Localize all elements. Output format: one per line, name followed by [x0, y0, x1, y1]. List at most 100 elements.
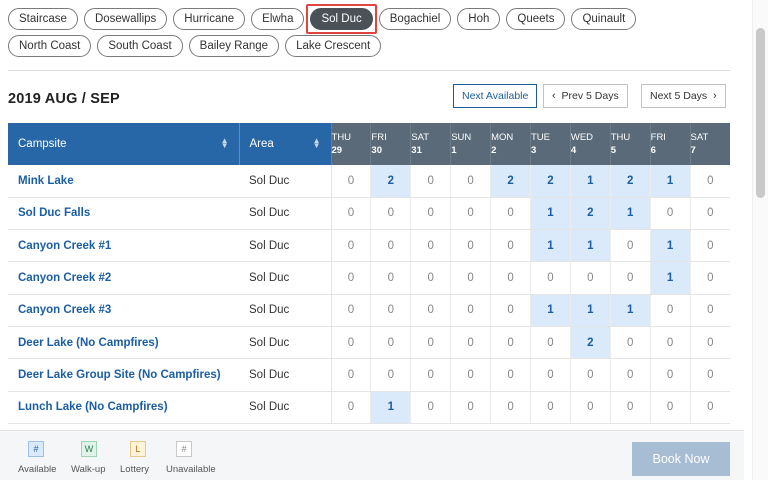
filter-pill-wrap: Bogachiel: [378, 8, 452, 30]
available-site-cell[interactable]: 2: [609, 165, 651, 198]
filter-pill-wrap: Lake Crescent: [285, 35, 382, 57]
filter-pill-elwha[interactable]: Elwha: [251, 8, 305, 30]
available-site-cell[interactable]: 1: [569, 294, 611, 327]
available-site-cell[interactable]: 2: [370, 165, 411, 198]
available-site-cell[interactable]: 1: [529, 294, 571, 327]
day-of-week: THU: [610, 132, 631, 143]
filter-pill-sol-duc[interactable]: Sol Duc: [310, 8, 373, 30]
campsite-link[interactable]: Canyon Creek #3: [8, 294, 240, 327]
available-site-cell[interactable]: 1: [569, 165, 611, 198]
book-now-button[interactable]: Book Now: [632, 442, 730, 476]
table-row: Sol Duc Falls Sol Duc 0 0 0 0 0 1 2 1 0 0: [8, 197, 730, 231]
availability-cell: 0: [410, 294, 451, 327]
availability-cell: 0: [649, 294, 691, 327]
available-site-cell[interactable]: 2: [569, 197, 611, 231]
availability-cell: 0: [689, 358, 730, 392]
chevron-left-icon: ‹: [552, 90, 556, 102]
availability-cell: 0: [490, 197, 531, 231]
available-site-cell[interactable]: 1: [529, 197, 571, 231]
filter-pill-staircase[interactable]: Staircase: [8, 8, 78, 30]
campsite-column-header[interactable]: Campsite ▲ ▼: [8, 123, 240, 165]
availability-cell: 0: [370, 261, 411, 295]
sort-icon: ▲ ▼: [220, 136, 229, 150]
available-site-cell[interactable]: 1: [529, 229, 571, 263]
filter-pill-hurricane[interactable]: Hurricane: [173, 8, 246, 30]
filter-pill-wrap: Hoh: [457, 8, 501, 30]
campsite-link[interactable]: Mink Lake: [8, 165, 240, 198]
filter-pill-queets[interactable]: Queets: [506, 8, 566, 30]
availability-cell: 0: [410, 261, 451, 295]
available-site-cell[interactable]: 1: [569, 229, 611, 263]
availability-cell: 0: [609, 261, 651, 295]
available-site-cell[interactable]: 1: [649, 165, 691, 198]
day-column-header: THU 29: [330, 123, 371, 165]
availability-cell: 0: [529, 391, 571, 424]
area-column-header[interactable]: Area ▲ ▼: [238, 123, 332, 165]
filter-pill-quinault[interactable]: Quinault: [571, 8, 637, 30]
area-cell: Sol Duc: [239, 391, 332, 424]
legend-swatch: L: [130, 441, 146, 457]
availability-cell: 0: [689, 294, 730, 327]
day-of-week: FRI: [371, 132, 387, 143]
campsite-link[interactable]: Sol Duc Falls: [8, 197, 240, 231]
availability-cell: 0: [609, 358, 651, 392]
scrollbar-thumb[interactable]: [756, 28, 765, 198]
filter-pill-south-coast[interactable]: South Coast: [97, 35, 183, 57]
table-row: Canyon Creek #1 Sol Duc 0 0 0 0 0 1 1 0 1 0: [8, 229, 730, 263]
day-column-header: SUN 1: [450, 123, 491, 165]
availability-cell: 0: [689, 165, 730, 198]
next-5-days-button[interactable]: Next 5 Days ›: [641, 84, 726, 108]
availability-cell: 0: [689, 391, 730, 424]
legend-label: Walk-up: [71, 464, 106, 475]
campsite-link[interactable]: Canyon Creek #2: [8, 261, 240, 295]
availability-cell: 0: [529, 358, 571, 392]
filter-pill-bailey-range[interactable]: Bailey Range: [188, 35, 280, 57]
day-of-month: 2: [491, 145, 497, 156]
filter-pill-hoh[interactable]: Hoh: [457, 8, 501, 30]
day-of-month: 1: [451, 145, 457, 156]
campsite-link[interactable]: Deer Lake (No Campfires): [8, 326, 240, 360]
filter-pill-lake-crescent[interactable]: Lake Crescent: [285, 35, 382, 57]
availability-cell: 0: [370, 294, 411, 327]
filter-pill-dosewallips[interactable]: Dosewallips: [83, 8, 168, 30]
available-site-cell[interactable]: 2: [490, 165, 531, 198]
day-of-week: MON: [491, 132, 514, 143]
day-of-month: 5: [610, 145, 617, 156]
filter-pill-wrap: Queets: [506, 8, 566, 30]
table-row: Deer Lake Group Site (No Campfires) Sol D…: [8, 358, 730, 392]
filter-pill-north-coast[interactable]: North Coast: [8, 35, 92, 57]
availability-cell: 0: [330, 229, 371, 263]
availability-cell: 0: [689, 229, 730, 263]
day-of-week: WED: [570, 132, 594, 143]
prev-5-days-button[interactable]: ‹ Prev 5 Days: [543, 84, 628, 108]
available-site-cell[interactable]: 2: [569, 326, 611, 360]
available-site-cell[interactable]: 2: [529, 165, 571, 198]
day-of-month: 4: [570, 145, 577, 156]
page-scrollbar[interactable]: [752, 0, 768, 480]
sort-icon: ▲ ▼: [312, 136, 321, 150]
available-site-cell[interactable]: 1: [370, 391, 411, 424]
availability-cell: 0: [490, 326, 531, 360]
area-cell: Sol Duc: [239, 229, 332, 263]
availability-cell: 0: [569, 358, 611, 392]
area-cell: Sol Duc: [239, 197, 332, 231]
campsite-link[interactable]: Canyon Creek #1: [8, 229, 240, 263]
filter-pill-wrap: Elwha: [251, 8, 305, 30]
campsite-link[interactable]: Lunch Lake (No Campfires): [8, 391, 240, 424]
availability-cell: 0: [649, 326, 691, 360]
chevron-right-icon: ›: [713, 90, 717, 102]
filter-pill-bogachiel[interactable]: Bogachiel: [378, 8, 452, 30]
availability-table: Campsite ▲ ▼ Area ▲ ▼ THU 29 FRI 30 SAT 31 SUN 1 M…: [8, 123, 730, 424]
available-site-cell[interactable]: 1: [609, 294, 651, 327]
campsite-header-label: Campsite: [18, 138, 67, 150]
available-site-cell[interactable]: 1: [609, 197, 651, 231]
campsite-link[interactable]: Deer Lake Group Site (No Campfires): [8, 358, 240, 392]
available-site-cell[interactable]: 1: [649, 229, 691, 263]
availability-cell: 0: [330, 197, 371, 231]
next-available-button[interactable]: Next Available: [453, 84, 538, 108]
filter-pill-wrap: Bailey Range: [188, 35, 280, 57]
availability-cell: 0: [330, 358, 371, 392]
available-site-cell[interactable]: 1: [649, 261, 691, 295]
availability-cell: 0: [330, 261, 371, 295]
day-column-header: WED 4: [569, 123, 611, 165]
